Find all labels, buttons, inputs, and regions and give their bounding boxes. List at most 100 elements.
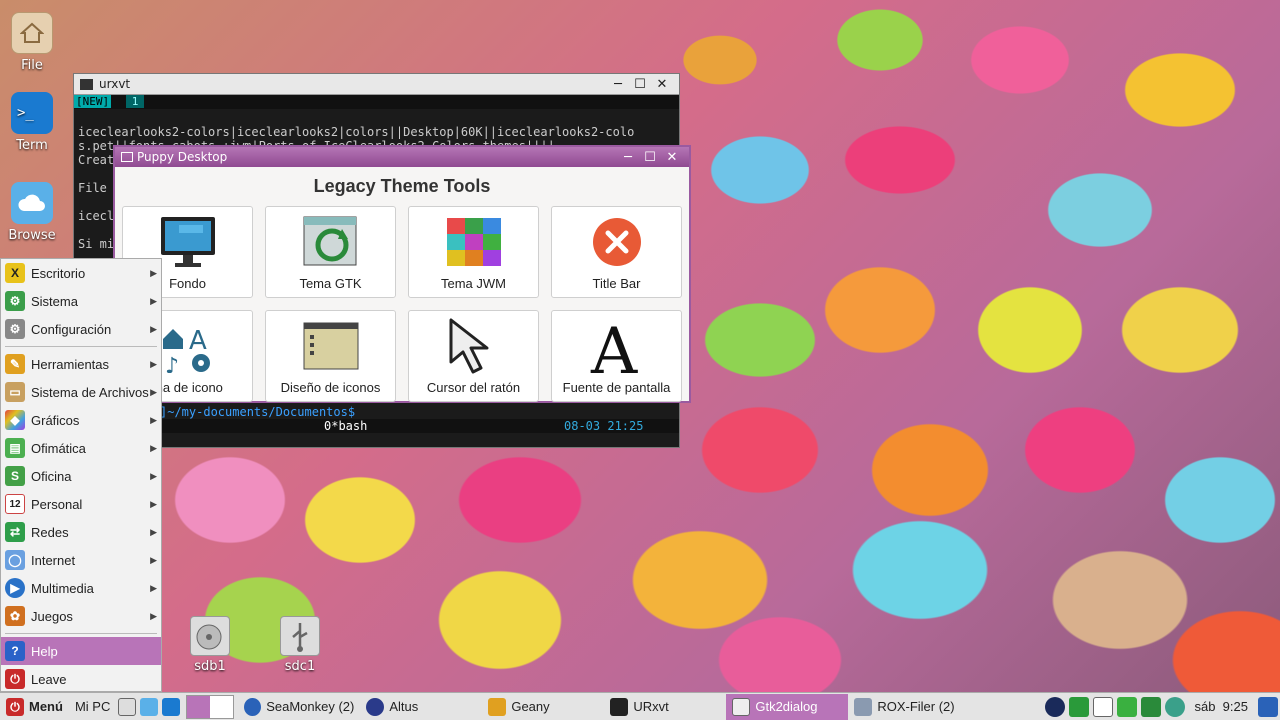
cursor-arrow-icon xyxy=(445,311,503,380)
puppy-icon[interactable] xyxy=(1044,696,1065,717)
task-gtk2dialog[interactable]: Gtk2dialog xyxy=(726,693,849,720)
settings-icon: ⚙ xyxy=(5,319,25,339)
shield-icon[interactable] xyxy=(1140,696,1161,717)
close-button[interactable]: ✕ xyxy=(651,77,673,92)
mypc-label: Mi PC xyxy=(74,699,111,714)
menu-item-redes[interactable]: ⇄ Redes ▶ xyxy=(1,518,161,546)
task-label: Geany xyxy=(511,699,550,714)
puppy-titlebar[interactable]: Puppy Desktop ─ ☐ ✕ xyxy=(115,147,689,167)
tmux-clock: 08-03 21:25 xyxy=(564,419,644,433)
folder-icon: ▭ xyxy=(5,382,25,402)
task-geany[interactable]: Geany xyxy=(482,694,604,720)
menu-item-oficina[interactable]: S Oficina ▶ xyxy=(1,462,161,490)
tmux-tab-1[interactable]: 1 xyxy=(125,95,145,108)
menu-label: Multimedia xyxy=(31,580,94,596)
menu-label: Internet xyxy=(31,552,76,568)
chevron-right-icon: ▶ xyxy=(150,498,157,509)
desktop-icon-label: File xyxy=(21,58,43,73)
tile-cursor-del-raton[interactable]: Cursor del ratón xyxy=(408,310,539,402)
menu-item-graficos[interactable]: ◆ Gráficos ▶ xyxy=(1,406,161,434)
tile-label: Fuente de pantalla xyxy=(562,380,671,395)
tmux-tab-new[interactable]: [NEW] xyxy=(74,95,112,108)
task-seamonkey[interactable]: SeaMonkey (2) xyxy=(238,694,360,720)
mypc-button[interactable]: Mi PC xyxy=(69,694,116,720)
maximize-button[interactable]: ☐ xyxy=(629,77,651,92)
drive-icon-sdc1[interactable]: sdc1 xyxy=(270,616,330,674)
desktop-icon-file[interactable]: File xyxy=(0,12,64,73)
terminal-icon xyxy=(610,697,629,716)
menu-item-internet[interactable]: ◯ Internet ▶ xyxy=(1,546,161,574)
help-icon: ? xyxy=(5,641,25,661)
desktop-icon-term[interactable]: >_ Term xyxy=(0,92,64,153)
tile-tema-gtk[interactable]: Tema GTK xyxy=(265,206,396,298)
chevron-right-icon: ▶ xyxy=(150,358,157,369)
pager[interactable] xyxy=(186,694,235,719)
quicklaunch-browser[interactable] xyxy=(138,694,160,720)
quicklaunch-editor[interactable] xyxy=(116,694,138,720)
menu-item-juegos[interactable]: ✿ Juegos ▶ xyxy=(1,602,161,630)
quicklaunch-terminal[interactable] xyxy=(160,694,182,720)
power-icon: ⏻ xyxy=(6,697,24,716)
puppy-desktop-window[interactable]: Puppy Desktop ─ ☐ ✕ Legacy Theme Tools F… xyxy=(113,145,691,403)
network-monitor-icon[interactable] xyxy=(1068,696,1089,717)
tile-diseno-de-iconos[interactable]: Diseño de iconos xyxy=(265,310,396,402)
gear-icon: ⚙ xyxy=(5,291,25,311)
window-title: Puppy Desktop xyxy=(137,150,228,164)
window-title: urxvt xyxy=(99,77,131,91)
menu-separator xyxy=(5,346,157,347)
theme-tools-grid: Fondo Tema GTK Tema JWM Title Bar A ♪ ma … xyxy=(115,206,689,402)
globe-icon[interactable] xyxy=(1164,696,1185,717)
clipboard-icon[interactable] xyxy=(1092,696,1113,717)
chevron-right-icon: ▶ xyxy=(150,554,157,565)
icon-theme-icon: A ♪ xyxy=(159,311,217,380)
show-desktop-icon[interactable] xyxy=(1258,696,1278,717)
menu-item-sistema[interactable]: ⚙ Sistema ▶ xyxy=(1,287,161,315)
drive-label: sdb1 xyxy=(194,659,226,674)
drive-icon-sdb1[interactable]: sdb1 xyxy=(180,616,240,674)
minimize-button[interactable]: ─ xyxy=(617,150,639,165)
menu-item-sistema-de-archivos[interactable]: ▭ Sistema de Archivos ▶ xyxy=(1,378,161,406)
tile-tema-jwm[interactable]: Tema JWM xyxy=(408,206,539,298)
chevron-right-icon: ▶ xyxy=(150,470,157,481)
menu-button[interactable]: ⏻ Menú xyxy=(0,694,69,720)
close-button[interactable]: ✕ xyxy=(661,150,683,165)
menu-item-herramientas[interactable]: ✎ Herramientas ▶ xyxy=(1,350,161,378)
play-icon: ▶ xyxy=(5,578,25,598)
rox-filer-icon xyxy=(854,697,873,716)
task-urxvt[interactable]: URxvt xyxy=(604,694,726,720)
svg-text:♪: ♪ xyxy=(165,354,179,373)
menu-item-ofimatica[interactable]: ▤ Ofimática ▶ xyxy=(1,434,161,462)
menu-label: Help xyxy=(31,643,58,659)
taskbar: ⏻ Menú Mi PC SeaMonkey (2) Altus Geany U… xyxy=(0,692,1280,720)
menu-item-help[interactable]: ? Help xyxy=(1,637,161,665)
clock[interactable]: sáb 9:25 xyxy=(1195,699,1249,714)
task-rox-filer[interactable]: ROX-Filer (2) xyxy=(848,694,970,720)
battery-icon[interactable] xyxy=(1116,696,1137,717)
menu-button-label: Menú xyxy=(29,699,63,714)
seamonkey-icon xyxy=(244,697,262,716)
tile-title-bar[interactable]: Title Bar xyxy=(551,206,682,298)
maximize-button[interactable]: ☐ xyxy=(639,150,661,165)
pager-desk-1[interactable] xyxy=(187,695,211,718)
task-label: URxvt xyxy=(633,699,669,714)
urxvt-titlebar[interactable]: urxvt ─ ☐ ✕ xyxy=(74,74,679,95)
desktop-icon-browse[interactable]: Browse xyxy=(0,182,64,243)
tmux-statusbar: 0*bash 08-03 21:25 xyxy=(74,419,679,433)
menu-label: Oficina xyxy=(31,468,72,484)
menu-item-escritorio[interactable]: X Escritorio ▶ xyxy=(1,259,161,287)
home-folder-icon xyxy=(11,12,53,54)
games-icon: ✿ xyxy=(5,606,25,626)
menu-item-configuracion[interactable]: ⚙ Configuración ▶ xyxy=(1,315,161,343)
menu-item-personal[interactable]: 12 Personal ▶ xyxy=(1,490,161,518)
menu-item-leave[interactable]: ⏻ Leave xyxy=(1,665,161,693)
minimize-button[interactable]: ─ xyxy=(607,77,629,92)
task-altus[interactable]: Altus xyxy=(360,694,482,720)
pager-desk-2[interactable] xyxy=(210,695,234,718)
tile-label: Tema JWM xyxy=(441,276,506,291)
tile-fuente-de-pantalla[interactable]: A Fuente de pantalla xyxy=(551,310,682,402)
svg-text:A: A xyxy=(590,317,638,375)
editor-icon xyxy=(118,697,137,716)
menu-label: Escritorio xyxy=(31,265,86,281)
menu-item-multimedia[interactable]: ▶ Multimedia ▶ xyxy=(1,574,161,602)
